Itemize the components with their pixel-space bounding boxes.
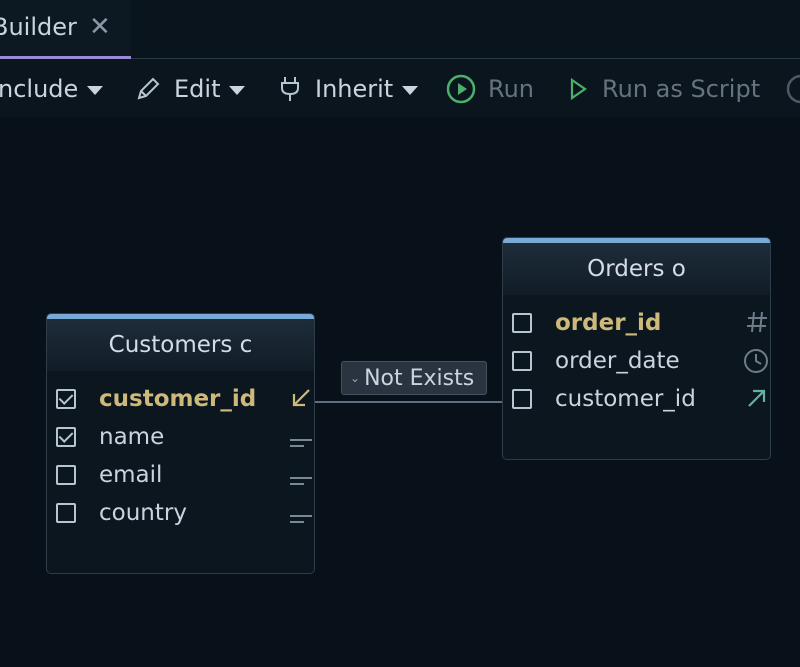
query-canvas[interactable]: ⌄ Not Exists Customers c customer_id nam…: [0, 117, 800, 667]
text-type-icon: [289, 506, 313, 531]
pencil-icon: [134, 75, 162, 103]
table-title[interactable]: Orders o: [503, 243, 770, 295]
text-type-icon: [289, 468, 313, 493]
plug-icon: [277, 75, 303, 103]
column-checkbox[interactable]: [56, 465, 76, 485]
column-checkbox[interactable]: [56, 427, 76, 447]
inherit-dropdown[interactable]: Inherit: [277, 69, 419, 109]
foreign-key-arrow-icon: [289, 386, 313, 416]
table-row[interactable]: name: [47, 418, 314, 456]
edit-dropdown[interactable]: Edit: [134, 69, 246, 109]
play-icon: [568, 76, 590, 102]
number-type-icon: [745, 310, 769, 340]
table-row[interactable]: order_date: [503, 342, 770, 380]
table-row[interactable]: country: [47, 494, 314, 532]
edit-label: Edit: [174, 75, 221, 103]
join-type-label: Not Exists: [364, 365, 475, 391]
column-name: order_date: [555, 348, 680, 374]
close-icon[interactable]: ✕: [89, 9, 111, 45]
column-checkbox[interactable]: [56, 503, 76, 523]
column-name: country: [99, 500, 187, 526]
join-connector-line[interactable]: [313, 401, 503, 403]
table-row[interactable]: customer_id: [47, 380, 314, 418]
tab-title: Builder: [0, 13, 77, 41]
column-checkbox[interactable]: [512, 313, 532, 333]
table-customers[interactable]: Customers c customer_id name email count…: [46, 313, 315, 574]
stop-icon[interactable]: [786, 69, 800, 109]
include-label: nclude: [0, 75, 79, 103]
column-checkbox[interactable]: [56, 389, 76, 409]
column-checkbox[interactable]: [512, 351, 532, 371]
run-as-script-label: Run as Script: [602, 75, 761, 103]
text-type-icon: [289, 430, 313, 455]
chevron-down-icon: [229, 85, 246, 95]
table-row[interactable]: email: [47, 456, 314, 494]
chevron-down-icon: [402, 85, 419, 95]
inherit-label: Inherit: [315, 75, 394, 103]
run-as-script-button[interactable]: Run as Script: [568, 69, 760, 109]
clock-icon: [743, 348, 769, 380]
tab-builder[interactable]: Builder ✕: [0, 0, 131, 59]
column-name: email: [99, 462, 163, 488]
column-name: customer_id: [555, 386, 696, 412]
join-type-badge[interactable]: ⌄ Not Exists: [341, 361, 487, 395]
table-row[interactable]: customer_id: [503, 380, 770, 418]
toolbar: nclude Edit Inherit Run Run as Script: [0, 59, 800, 117]
include-dropdown[interactable]: nclude: [0, 69, 104, 109]
run-button[interactable]: Run: [446, 69, 534, 109]
chevron-down-icon: [87, 85, 104, 95]
column-name: name: [99, 424, 165, 450]
chevron-down-icon: ⌄: [350, 371, 361, 385]
run-label: Run: [488, 75, 535, 103]
foreign-key-arrow-icon: [745, 386, 769, 416]
column-name: order_id: [555, 310, 662, 336]
table-orders[interactable]: Orders o order_id order_date customer_id: [502, 237, 771, 460]
tab-bar: Builder ✕: [0, 0, 800, 59]
column-checkbox[interactable]: [512, 389, 532, 409]
play-circle-icon: [446, 74, 476, 104]
table-title[interactable]: Customers c: [47, 319, 314, 371]
table-row[interactable]: order_id: [503, 304, 770, 342]
column-name: customer_id: [99, 386, 257, 412]
